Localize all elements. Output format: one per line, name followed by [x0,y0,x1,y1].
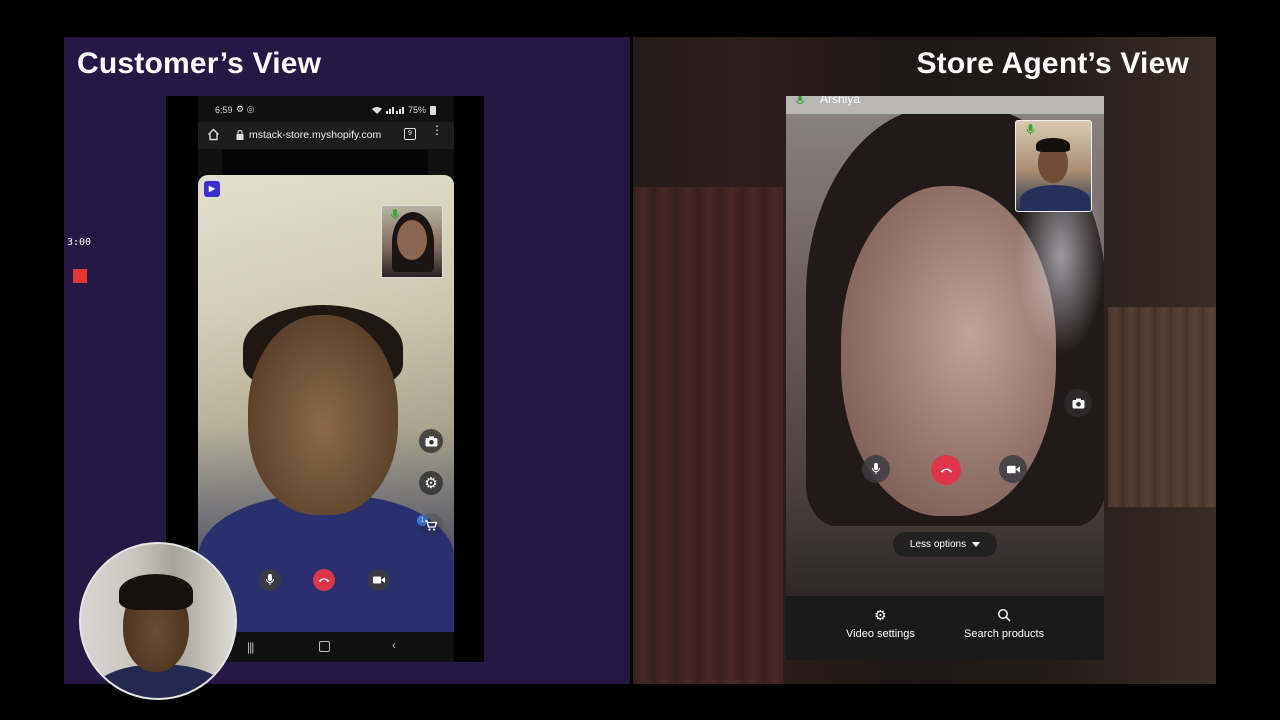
settings-button[interactable]: ⚙ [419,471,443,495]
customer-view-title: Customer’s View [77,47,322,80]
end-call-button[interactable] [931,455,961,485]
camera-toggle-button[interactable] [999,455,1027,483]
status-indicators: 75% [371,105,436,115]
home-icon[interactable] [207,128,220,141]
cart-icon [425,519,437,531]
self-view-thumbnail[interactable] [1015,120,1092,212]
caller-header: Arshiya [786,96,1104,114]
status-settings-icon: ⚙ ◎ [236,104,255,114]
switch-camera-icon [1072,398,1084,408]
hang-up-icon [940,468,952,473]
caller-name: Arshiya [820,96,861,106]
switch-camera-button[interactable] [419,429,443,453]
android-nav-bar: ||| ‹ [198,632,454,662]
end-call-button[interactable] [313,569,335,591]
less-options-button[interactable]: Less options [893,532,997,557]
stop-recording-button[interactable] [73,269,87,283]
agent-action-bar: ⚙ Video settings Search products [786,596,1104,660]
hang-up-icon [318,578,330,582]
video-settings-button[interactable]: ⚙ Video settings [846,608,915,640]
store-agent-view-title: Store Agent’s View [916,47,1189,80]
mic-active-icon [796,96,804,104]
search-icon [998,608,1011,622]
mic-icon [872,463,880,474]
signal-icon [385,107,404,114]
app-logo-icon: ▶ [204,181,220,197]
url-field[interactable]: mstack-store.myshopify.com [249,129,381,141]
recents-button[interactable]: ||| [247,640,254,654]
switch-camera-icon [425,436,437,446]
presenter-webcam-bubble [79,542,237,700]
battery-percent: 75% [407,105,426,115]
mic-active-icon [1026,124,1035,135]
lock-icon [236,130,244,140]
store-agent-view-panel: Store Agent’s View Arshiya Less options … [633,37,1216,684]
mute-button[interactable] [862,455,890,483]
battery-icon [430,105,436,115]
self-view-thumbnail[interactable] [381,205,443,278]
customer-phone-screen: 6:59 ⚙ ◎ 75% mstack-store.myshopify.com … [198,96,454,662]
camera-toggle-button[interactable] [368,569,390,591]
customer-view-panel: Customer’s View 3:00 6:59 ⚙ ◎ 75% mstack… [64,37,630,700]
mic-active-icon [391,209,399,220]
page-content-strip [222,150,428,176]
video-camera-icon [1006,465,1020,473]
gear-icon: ⚙ [874,607,887,623]
search-products-label: Search products [964,628,1045,640]
nav-home-button[interactable] [319,641,330,652]
tab-switcher-button[interactable]: 9 [404,128,416,140]
wifi-icon [371,107,382,114]
browser-address-bar: mstack-store.myshopify.com 9 ⋮ [198,122,454,149]
agent-call-screen: Arshiya Less options ⚙ Video settings Se… [786,96,1104,660]
caret-down-icon [972,541,981,547]
recording-timer: 3:00 [67,237,92,248]
gear-icon: ⚙ [424,474,438,492]
switch-camera-button[interactable] [1064,389,1092,417]
more-menu-icon[interactable]: ⋮ [431,124,443,136]
customer-call-video: ▶ ⚙ 1 [198,175,454,632]
video-settings-label: Video settings [846,628,915,640]
status-bar: 6:59 ⚙ ◎ 75% [198,96,454,122]
mute-button[interactable] [259,569,281,591]
status-time: 6:59 [215,105,233,115]
less-options-label: Less options [909,539,967,550]
remote-person-face [248,315,398,515]
video-camera-icon [373,576,385,584]
search-products-button[interactable]: Search products [964,608,1044,640]
mic-icon [266,574,274,585]
cart-button[interactable] [419,513,443,537]
back-button[interactable]: ‹ [392,638,396,652]
